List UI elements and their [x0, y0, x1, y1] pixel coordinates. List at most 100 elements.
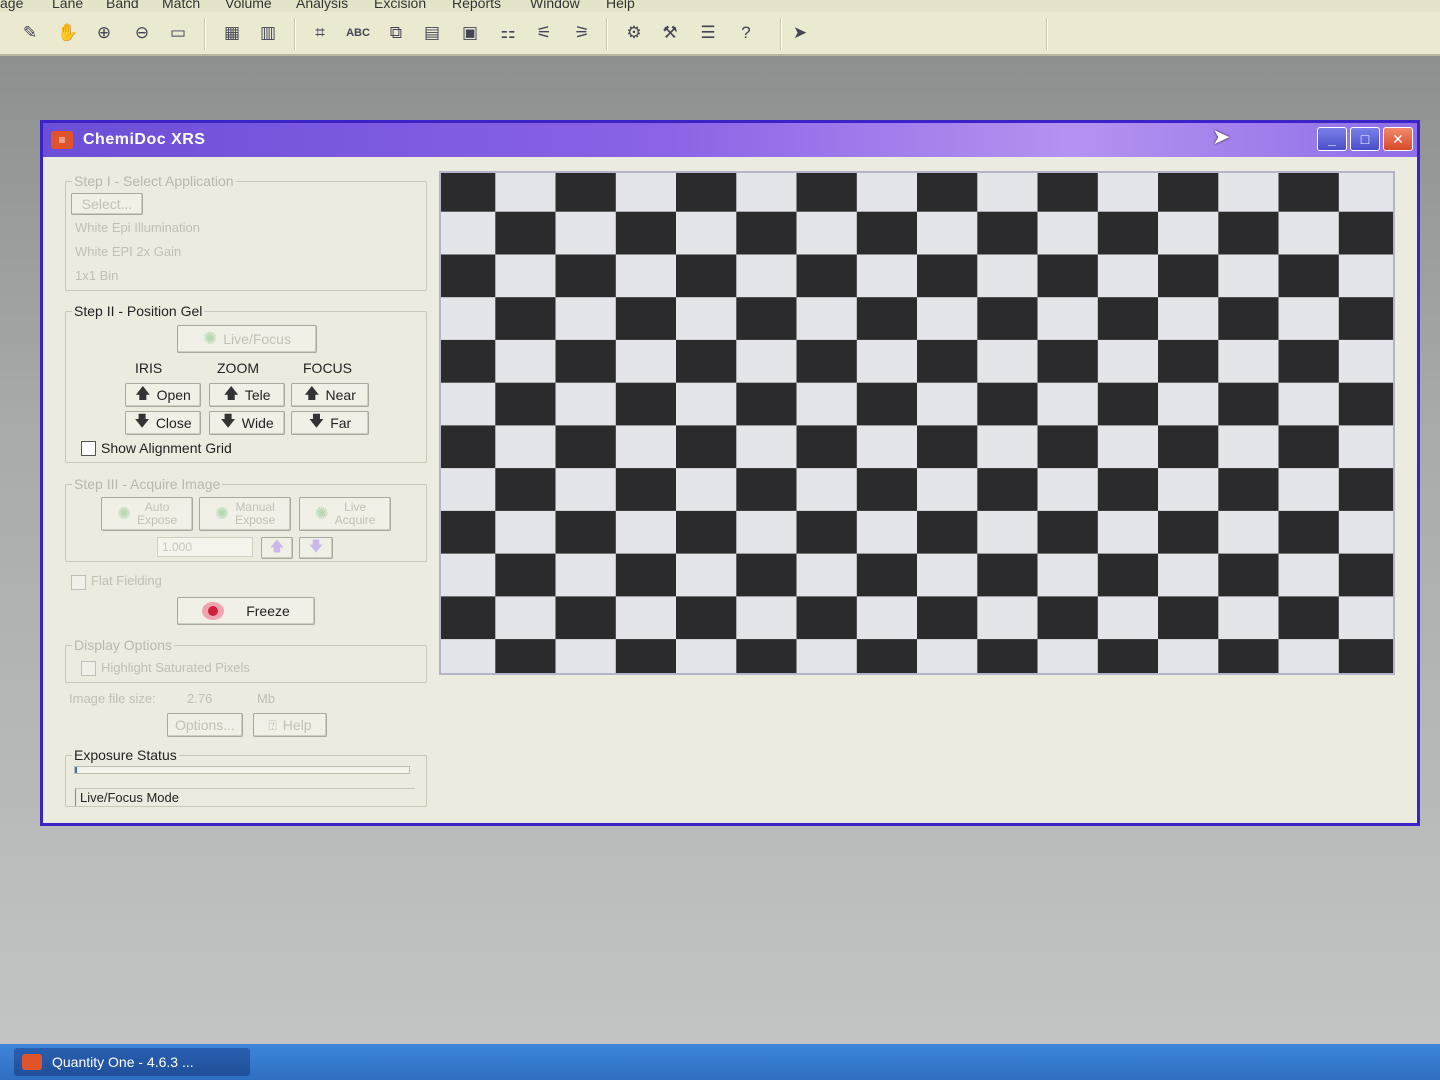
columns-view-icon[interactable]: ▥	[254, 20, 282, 46]
camera-preview[interactable]	[439, 171, 1395, 675]
checker-square	[736, 639, 798, 673]
zoom-in-icon[interactable]: ⊕	[90, 20, 118, 46]
list-icon[interactable]: ☰	[694, 20, 722, 46]
zoom-tele-button[interactable]: 🡅 Tele	[209, 383, 285, 407]
help-button[interactable]: ⍰ Help	[253, 713, 327, 737]
checker-square	[1037, 254, 1099, 298]
checker-square	[1037, 173, 1099, 213]
manual-expose-button[interactable]: ✺ Manual Expose	[199, 497, 291, 531]
checker-square	[555, 596, 617, 640]
menu-excision[interactable]: Excision	[374, 0, 426, 11]
menu-image[interactable]: age	[0, 0, 23, 11]
focus-near-button[interactable]: 🡅 Near	[291, 383, 369, 407]
grid-view-icon[interactable]: ▦	[218, 20, 246, 46]
scanner-icon[interactable]: ⚒	[656, 20, 684, 46]
maximize-button[interactable]: □	[1350, 127, 1380, 151]
exposure-increase-button[interactable]: 🡅	[261, 537, 293, 559]
checker-square	[1278, 468, 1340, 512]
zoom-wide-button[interactable]: 🡇 Wide	[209, 411, 285, 435]
checker-square	[1338, 639, 1393, 673]
show-alignment-grid-label: Show Alignment Grid	[101, 440, 232, 456]
minimize-button[interactable]: _	[1317, 127, 1347, 151]
checker-square	[977, 468, 1039, 512]
checker-square	[615, 339, 677, 384]
menu-match[interactable]: Match	[162, 0, 200, 11]
toolbar-separator	[1046, 18, 1048, 50]
checker-square	[1158, 339, 1219, 384]
arrow-up-icon: 🡅	[135, 384, 151, 402]
taskbar-item-quantity-one[interactable]: Quantity One - 4.6.3 ...	[14, 1048, 250, 1076]
menu-window[interactable]: Window	[530, 0, 580, 11]
checker-square	[1037, 382, 1099, 426]
checker-square	[441, 425, 496, 469]
window-title-bar[interactable]: ≡ ChemiDoc XRS _ □ ✕	[43, 123, 1417, 157]
band-tool-icon[interactable]: ▤	[418, 20, 446, 46]
select-application-button[interactable]: Select...	[71, 193, 143, 215]
menu-band[interactable]: Band	[106, 0, 139, 11]
menu-reports[interactable]: Reports	[452, 0, 501, 11]
checker-square	[1338, 173, 1393, 213]
show-alignment-grid-checkbox[interactable]	[81, 441, 96, 456]
menu-lane[interactable]: Lane	[52, 0, 83, 11]
checker-square	[1218, 297, 1280, 341]
checker-square	[856, 596, 918, 640]
match-tool-icon[interactable]: ▣	[456, 20, 484, 46]
focus-far-button[interactable]: 🡇 Far	[291, 411, 369, 435]
imager-icon[interactable]: ⚙	[620, 20, 648, 46]
view-pair-icon[interactable]: ▭	[164, 20, 192, 46]
checker-square	[1097, 425, 1159, 469]
checker-square	[441, 211, 496, 255]
volume-tool-icon[interactable]: ⚏	[494, 20, 522, 46]
checker-square	[495, 596, 557, 640]
auto-expose-label-line2: Expose	[137, 513, 178, 527]
excision-tool-icon[interactable]: ⚞	[568, 20, 596, 46]
checker-square	[676, 211, 737, 255]
menu-analysis[interactable]: Analysis	[296, 0, 348, 11]
lane-tool-icon[interactable]: ⧉	[382, 20, 410, 46]
checker-square	[1338, 211, 1393, 255]
flat-fielding-checkbox[interactable]	[71, 575, 86, 590]
exposure-time-input[interactable]: 1.000	[157, 537, 253, 557]
live-acquire-button[interactable]: ✺ Live Acquire	[299, 497, 391, 531]
options-button[interactable]: Options...	[167, 713, 243, 737]
checker-square	[495, 254, 557, 298]
text-annotation-icon[interactable]: ABC	[344, 20, 372, 46]
checker-square	[736, 510, 798, 555]
iris-close-button[interactable]: 🡇 Close	[125, 411, 201, 435]
checker-square	[495, 211, 557, 255]
live-focus-button[interactable]: ✺ Live/Focus	[177, 325, 317, 353]
freeze-button[interactable]: Freeze	[177, 597, 315, 625]
checker-square	[977, 382, 1039, 426]
checker-square	[917, 510, 978, 555]
menu-volume[interactable]: Volume	[225, 0, 272, 11]
zoom-out-icon[interactable]: ⊖	[128, 20, 156, 46]
checker-square	[796, 639, 858, 673]
auto-expose-icon: ✺	[116, 504, 132, 523]
close-button[interactable]: ✕	[1383, 127, 1413, 151]
checker-square	[495, 639, 557, 673]
help-tool-icon[interactable]: ?	[732, 20, 760, 46]
manual-expose-label-line2: Expose	[235, 513, 276, 527]
menu-help[interactable]: Help	[606, 0, 635, 11]
iris-open-button[interactable]: 🡅 Open	[125, 383, 201, 407]
checker-square	[736, 254, 798, 298]
checker-square	[1037, 510, 1099, 555]
checker-square	[1037, 553, 1099, 597]
highlight-saturated-checkbox[interactable]	[81, 661, 96, 676]
analysis-tool-icon[interactable]: ⚟	[530, 20, 558, 46]
auto-expose-button[interactable]: ✺ Auto Expose	[101, 497, 193, 531]
hand-tool-icon[interactable]: ✋	[54, 20, 82, 46]
exposure-decrease-button[interactable]: 🡇	[299, 537, 333, 559]
checker-square	[615, 211, 677, 255]
checker-square	[676, 553, 737, 597]
live-acquire-icon: ✺	[314, 504, 329, 523]
checker-square	[555, 468, 617, 512]
checker-square	[1218, 639, 1280, 673]
checker-square	[441, 173, 496, 213]
checker-square	[1218, 211, 1280, 255]
pointer-icon[interactable]: ➤	[786, 20, 814, 46]
lasso-tool-icon[interactable]: ✎	[16, 20, 44, 46]
crop-icon[interactable]: ⌗	[306, 20, 334, 46]
file-size-unit: Mb	[257, 691, 276, 706]
checker-square	[615, 254, 677, 298]
